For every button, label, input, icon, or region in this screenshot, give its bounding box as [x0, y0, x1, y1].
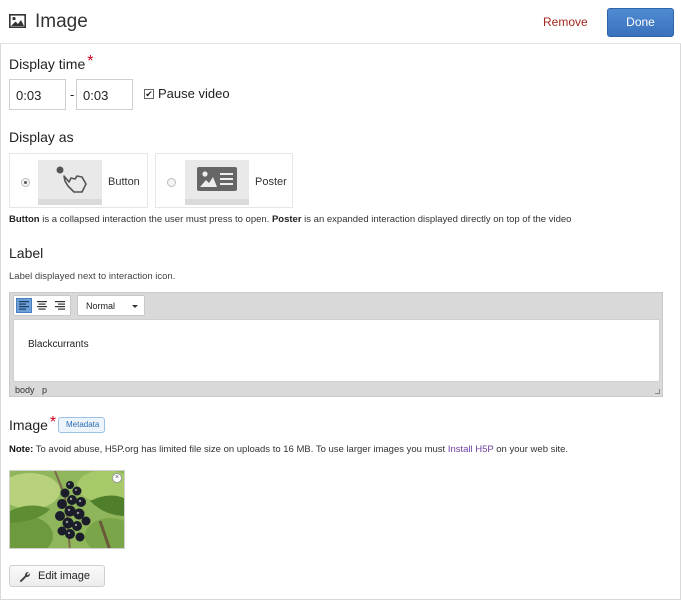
align-left-icon[interactable] [16, 298, 32, 313]
end-time-input[interactable]: 0:03 [76, 79, 133, 110]
install-h5p-link[interactable]: Install H5P [448, 444, 494, 455]
format-select-value: Normal [86, 301, 116, 311]
note-prefix: Note: [9, 444, 34, 455]
desc-poster-word: Poster [271, 214, 302, 225]
edit-image-button[interactable]: Edit image [9, 565, 105, 587]
metadata-button[interactable]: Metadata [58, 417, 106, 433]
page-title: Image [35, 11, 88, 32]
poster-icon [197, 167, 237, 191]
remove-image-icon[interactable]: × [112, 473, 122, 483]
thumbnail-bar [185, 199, 249, 205]
format-select[interactable]: Normal [77, 295, 145, 316]
chevron-down-icon [132, 305, 138, 308]
alignment-toolbar [13, 295, 71, 316]
image-label: Image [9, 417, 48, 433]
display-as-description: Button is a collapsed interaction the us… [9, 214, 571, 225]
label-heading: Label [9, 245, 44, 261]
rich-text-editor: Normal Blackcurrants body p [9, 292, 663, 397]
display-as-heading: Display as [9, 129, 74, 145]
display-option-poster[interactable]: Poster [155, 153, 293, 208]
note-text: To avoid abuse, H5P.org has limited file… [33, 444, 448, 455]
editor-content-text: Blackcurrants [28, 339, 89, 350]
blackcurrant-photo [10, 471, 124, 548]
image-heading: Image * [9, 414, 57, 435]
required-mark: * [49, 414, 57, 431]
poster-thumbnail [185, 160, 249, 205]
element-path-p[interactable]: p [42, 385, 47, 395]
header-bar: Image Remove Done [0, 0, 681, 44]
pointer-hand-icon [56, 166, 87, 193]
display-option-label: Poster [255, 176, 287, 188]
pause-video-label: Pause video [158, 86, 230, 101]
edit-image-label: Edit image [38, 570, 90, 582]
upload-note: Note: To avoid abuse, H5P.org has limite… [9, 444, 568, 455]
done-button[interactable]: Done [607, 8, 674, 37]
thumbnail-bar [38, 199, 102, 205]
required-mark: * [87, 53, 94, 70]
align-center-icon[interactable] [34, 298, 50, 313]
wrench-icon [20, 572, 30, 582]
image-icon [9, 14, 26, 28]
display-time-heading: Display time * [9, 53, 94, 74]
pause-video-checkbox[interactable]: ✔ [144, 89, 154, 99]
desc-mid: is a collapsed interaction the user must… [39, 214, 272, 225]
button-thumbnail [38, 160, 102, 205]
note-suffix: on your web site. [493, 444, 569, 455]
image-thumbnail[interactable]: × [9, 470, 125, 549]
remove-button[interactable]: Remove [543, 15, 588, 29]
start-time-input[interactable]: 0:03 [9, 79, 66, 110]
button-radio[interactable] [21, 178, 30, 187]
poster-radio[interactable] [167, 178, 176, 187]
display-option-label: Button [108, 176, 140, 188]
resize-handle[interactable] [655, 389, 660, 394]
desc-button-word: Button [9, 214, 40, 225]
display-time-label: Display time [9, 56, 86, 72]
label-help-text: Label displayed next to interaction icon… [9, 271, 176, 282]
element-path-body[interactable]: body [15, 385, 35, 395]
desc-end: is an expanded interaction displayed dir… [301, 214, 572, 225]
time-separator: - [70, 87, 75, 102]
editor-content-area[interactable]: Blackcurrants [13, 319, 660, 382]
display-option-button[interactable]: Button [9, 153, 148, 208]
align-right-icon[interactable] [52, 298, 68, 313]
